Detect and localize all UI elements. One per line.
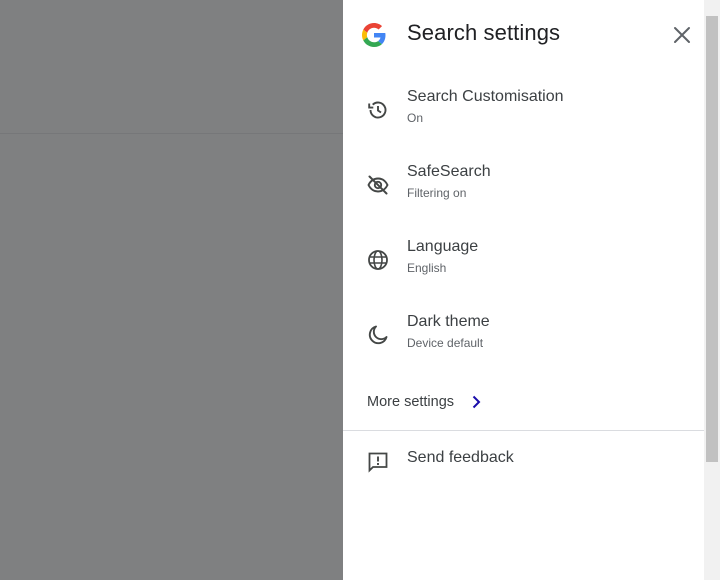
panel-header: Search settings — [343, 0, 704, 72]
scrollbar-thumb[interactable] — [706, 16, 718, 462]
divider — [343, 430, 704, 431]
more-settings-label: More settings — [367, 394, 455, 410]
setting-search-customisation[interactable]: Search Customisation On — [343, 88, 704, 158]
setting-safesearch[interactable]: SafeSearch Filtering on — [343, 163, 704, 233]
setting-status: English — [407, 261, 447, 275]
feedback-icon — [368, 452, 388, 473]
moon-icon — [368, 325, 388, 345]
setting-status: On — [407, 111, 424, 125]
eye-off-icon — [367, 175, 389, 195]
setting-label: Language — [407, 238, 479, 255]
setting-language[interactable]: Language English — [343, 238, 704, 308]
send-feedback-label: Send feedback — [407, 449, 514, 466]
more-settings-link[interactable]: More settings — [367, 391, 484, 413]
setting-label: SafeSearch — [407, 163, 491, 180]
chevron-right-icon — [472, 395, 481, 409]
backdrop-divider — [0, 133, 343, 134]
search-settings-panel: Search settings Search Customisation On … — [343, 0, 704, 580]
close-icon[interactable] — [670, 23, 694, 47]
setting-label: Search Customisation — [407, 88, 564, 105]
globe-icon — [368, 250, 388, 270]
setting-status: Device default — [407, 336, 484, 350]
page-backdrop-overlay[interactable] — [0, 0, 343, 580]
setting-status: Filtering on — [407, 186, 467, 200]
send-feedback-button[interactable]: Send feedback — [343, 448, 704, 478]
google-logo-icon — [362, 23, 386, 47]
history-icon — [368, 101, 387, 119]
setting-label: Dark theme — [407, 313, 490, 330]
panel-title: Search settings — [407, 20, 561, 45]
setting-dark-theme[interactable]: Dark theme Device default — [343, 313, 704, 383]
